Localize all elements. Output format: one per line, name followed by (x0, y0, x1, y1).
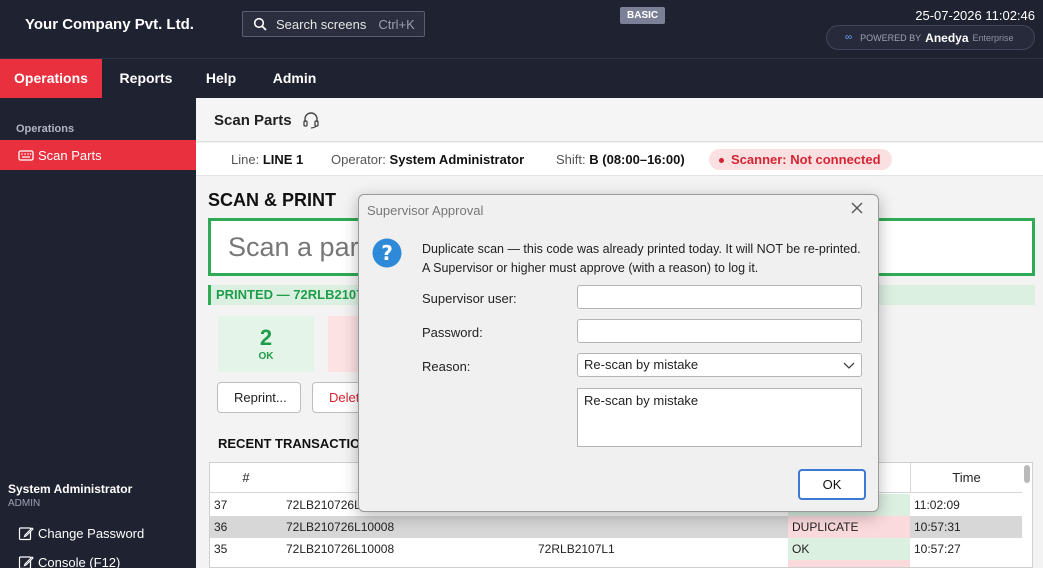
headset-icon[interactable] (302, 111, 320, 129)
page-header: Scan Parts (196, 98, 1043, 142)
menu-admin[interactable]: Admin (262, 59, 327, 98)
sidebar: Operations Scan Parts System Administrat… (0, 98, 196, 568)
ok-stat-card: 2 OK (218, 316, 314, 372)
user-role: ADMIN (8, 498, 41, 509)
menu-reports[interactable]: Reports (110, 59, 182, 98)
password-label: Password: (422, 325, 483, 340)
row-num: 37 (214, 498, 228, 512)
edit-icon (18, 527, 34, 541)
table-row[interactable]: 36 72LB210726L10008 DUPLICATE 10:57:31 (210, 516, 1022, 538)
row-status: OK (788, 538, 910, 560)
reason-label: Reason: (422, 359, 471, 374)
supervisor-user-label: Supervisor user: (422, 291, 517, 306)
plan-badge: BASIC (620, 7, 666, 24)
row-status (788, 560, 910, 567)
company-name: Your Company Pvt. Ltd. (25, 16, 194, 33)
line-info: Line: LINE 1 (231, 152, 303, 167)
row-status: DUPLICATE (788, 516, 910, 538)
edition-label: Enterprise (972, 32, 1014, 43)
recent-transactions-title: RECENT TRANSACTION (218, 436, 370, 451)
row-code: 72LB210726L10008 (286, 520, 395, 534)
powered-by-label: POWERED BY (860, 32, 922, 43)
sidebar-item-label: Scan Parts (38, 147, 102, 163)
scanner-status-text: Scanner: Not connected (731, 152, 881, 167)
dialog-message: Duplicate scan — this code was already p… (422, 242, 861, 275)
dialog-title: Supervisor Approval (367, 203, 484, 218)
console-label: Console (F12) (38, 554, 121, 568)
row-num: 35 (214, 542, 228, 556)
change-password-link[interactable]: Change Password (18, 525, 144, 541)
shift-value: B (589, 152, 599, 167)
row-time: 10:57:31 (914, 520, 961, 534)
operator-value: System Administrator (389, 152, 525, 167)
operator-info: Operator: System Administrator (331, 152, 524, 167)
console-link[interactable]: Console (F12) (18, 554, 120, 568)
edit-icon (18, 556, 34, 568)
change-password-label: Change Password (38, 525, 145, 541)
powered-by-badge: ∞ POWERED BY Anedya Enterprise (826, 25, 1035, 50)
row-time: 11:02:09 (914, 498, 960, 512)
keyboard-icon (18, 150, 34, 161)
datetime: 25-07-2026 11:02:46 (915, 8, 1035, 23)
search-label: Search screens (276, 16, 367, 32)
sidebar-item-scan-parts[interactable]: Scan Parts (0, 140, 196, 170)
reprint-button[interactable]: Reprint... (217, 382, 301, 413)
operator-label: Operator: (331, 152, 386, 167)
table-row[interactable]: 35 72LB210726L10008 72RLB2107L1 OK 10:57… (210, 538, 1022, 560)
sidebar-section-title: Operations (16, 123, 75, 135)
header-time: Time (910, 463, 1022, 493)
page-title: Scan Parts (214, 112, 292, 129)
password-field[interactable] (577, 319, 862, 343)
menu-help[interactable]: Help (196, 59, 246, 98)
reason-selected-value: Re-scan by mistake (584, 357, 699, 372)
reason-textarea[interactable]: Re-scan by mistake (577, 388, 862, 447)
row-part: 72RLB2107L1 (538, 542, 615, 556)
ok-button[interactable]: OK (798, 469, 866, 500)
chevron-down-icon (843, 362, 855, 369)
search-screens-button[interactable]: Search screens Ctrl+K (242, 11, 425, 37)
info-bar: Line: LINE 1 Operator: System Administra… (196, 143, 1043, 176)
close-icon[interactable] (850, 201, 864, 215)
status-dot-icon (719, 158, 724, 164)
brand-name: Anedya (925, 30, 969, 45)
line-label: Line: (231, 152, 260, 167)
scanner-status-badge: Scanner: Not connected (709, 149, 892, 170)
row-time: 10:57:27 (914, 542, 961, 556)
shift-label: Shift: (556, 152, 586, 167)
scan-section-title: SCAN & PRINT (208, 190, 337, 210)
top-bar: Your Company Pvt. Ltd. Search screens Ct… (0, 0, 1043, 58)
table-scrollbar[interactable] (1024, 465, 1030, 483)
menu-operations[interactable]: Operations (0, 59, 102, 98)
question-icon: ? (372, 238, 402, 268)
row-code: 72LB210726L10008 (286, 542, 395, 556)
menu-bar: Operations Reports Help Admin (0, 58, 1043, 98)
supervisor-approval-dialog: Supervisor Approval ? Duplicate scan — t… (358, 194, 879, 512)
svg-text:?: ? (381, 241, 393, 265)
reason-select[interactable]: Re-scan by mistake (577, 353, 862, 377)
line-value: LINE 1 (262, 152, 304, 167)
delete-button[interactable]: Delet (312, 382, 362, 413)
ok-label: OK (258, 351, 274, 362)
header-num: # (242, 470, 250, 485)
user-name: System Administrator (8, 482, 133, 496)
shift-time: (08:00–16:00) (602, 152, 685, 167)
table-row[interactable] (210, 560, 1022, 567)
infinity-icon: ∞ (845, 32, 853, 43)
row-num: 36 (214, 520, 228, 534)
search-shortcut: Ctrl+K (378, 16, 415, 32)
search-icon (253, 17, 267, 31)
shift-info: Shift: B (08:00–16:00) (556, 152, 685, 167)
ok-count: 2 (259, 325, 273, 350)
supervisor-user-field[interactable] (577, 285, 862, 309)
